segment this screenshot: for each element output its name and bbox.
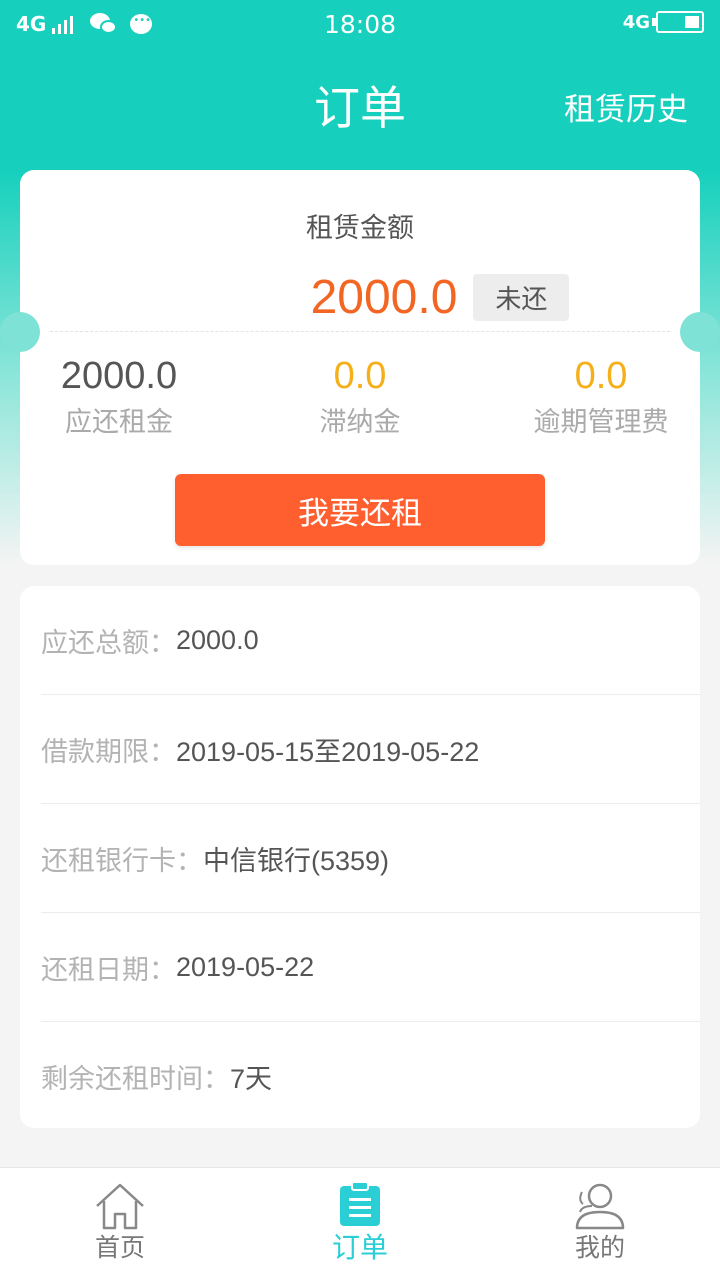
- status-bar: 4G 18:08 4G: [0, 0, 720, 50]
- battery-icon: [652, 11, 704, 33]
- dashed-divider: [50, 331, 670, 332]
- stat-value: 0.0: [574, 355, 628, 397]
- rental-amount-row: 2000.0 未还: [20, 270, 700, 325]
- detail-value: 7天: [230, 1064, 273, 1094]
- detail-row-remaining: 剩余还租时间： 7天: [41, 1022, 700, 1128]
- status-badge: 未还: [473, 274, 570, 321]
- detail-label: 还租银行卡：: [41, 845, 203, 877]
- rental-history-link[interactable]: 租赁历史: [564, 84, 688, 129]
- stat-value: 2000.0: [60, 355, 178, 397]
- detail-row-term: 借款期限： 2019-05-15至2019-05-22: [41, 695, 700, 804]
- detail-value: 2019-05-15至2019-05-22: [176, 736, 480, 767]
- rental-amount-value: 2000.0: [310, 271, 458, 324]
- tab-home[interactable]: 首页: [0, 1168, 240, 1280]
- rental-amount-label: 租赁金额: [306, 213, 414, 244]
- status-time: 18:08: [323, 10, 397, 39]
- tab-orders[interactable]: 订单: [240, 1168, 480, 1280]
- tab-mine[interactable]: 我的: [480, 1168, 720, 1280]
- detail-value: 2019-05-22: [176, 951, 315, 982]
- tab-label: 订单: [331, 1231, 388, 1264]
- order-list-icon: [340, 1182, 380, 1226]
- stat-label: 逾期管理费: [533, 407, 669, 438]
- home-icon: [96, 1183, 144, 1230]
- detail-value: 2000.0: [176, 624, 259, 655]
- detail-value: 中信银行(5359): [203, 845, 390, 876]
- stat-label: 滞纳金: [319, 407, 401, 438]
- summary-card: 租赁金额 2000.0 未还 2000.0 应还租金 0.0 滞纳金 0.0 逾…: [0, 170, 720, 565]
- stat-late-fee: 0.0 滞纳金: [247, 356, 473, 439]
- stat-overdue-fee: 0.0 逾期管理费: [488, 356, 714, 439]
- tab-label: 首页: [94, 1233, 145, 1262]
- bottom-tab-bar: 首页 订单 我的: [0, 1167, 720, 1280]
- status-right: 4G: [623, 11, 704, 33]
- stat-label: 应还租金: [65, 407, 173, 438]
- detail-row-date: 还租日期： 2019-05-22: [41, 913, 700, 1022]
- detail-row-total: 应还总额： 2000.0: [41, 586, 700, 695]
- stat-rent-due: 2000.0 应还租金: [6, 356, 232, 439]
- network-type-secondary: 4G: [622, 11, 650, 33]
- pay-rent-button[interactable]: 我要还租: [175, 474, 545, 546]
- detail-label: 应还总额：: [41, 627, 176, 659]
- details-card: 应还总额： 2000.0 借款期限： 2019-05-15至2019-05-22…: [20, 586, 700, 1128]
- tab-label: 我的: [574, 1233, 625, 1262]
- detail-row-bank-card: 还租银行卡： 中信银行(5359): [41, 804, 700, 913]
- detail-label: 剩余还租时间：: [41, 1064, 230, 1095]
- detail-label: 还租日期：: [41, 954, 176, 986]
- stat-value: 0.0: [333, 355, 387, 397]
- detail-label: 借款期限：: [41, 736, 176, 768]
- user-icon: [575, 1183, 625, 1230]
